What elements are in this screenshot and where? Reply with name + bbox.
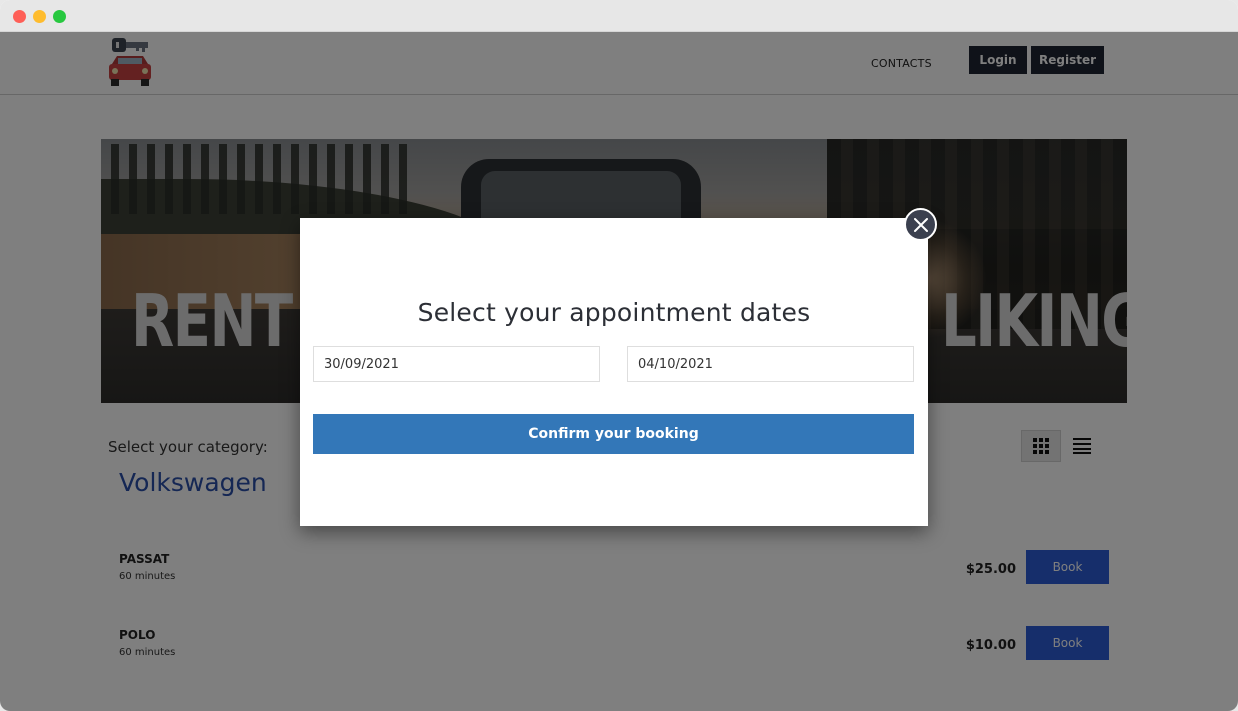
confirm-booking-button[interactable]: Confirm your booking	[313, 414, 914, 454]
modal-close-button[interactable]	[904, 208, 937, 241]
modal-title: Select your appointment dates	[417, 298, 811, 327]
close-icon	[913, 217, 928, 232]
window-minimize-dot[interactable]	[33, 10, 46, 23]
window-close-dot[interactable]	[13, 10, 26, 23]
browser-window: CONTACTS Login Register RENT A LIKING! S…	[0, 0, 1238, 711]
start-date-field[interactable]: 30/09/2021	[313, 346, 600, 382]
window-maximize-dot[interactable]	[53, 10, 66, 23]
end-date-field[interactable]: 04/10/2021	[627, 346, 914, 382]
page: CONTACTS Login Register RENT A LIKING! S…	[0, 32, 1238, 711]
booking-modal: Select your appointment dates 30/09/2021…	[300, 218, 928, 526]
window-titlebar	[0, 0, 1238, 32]
